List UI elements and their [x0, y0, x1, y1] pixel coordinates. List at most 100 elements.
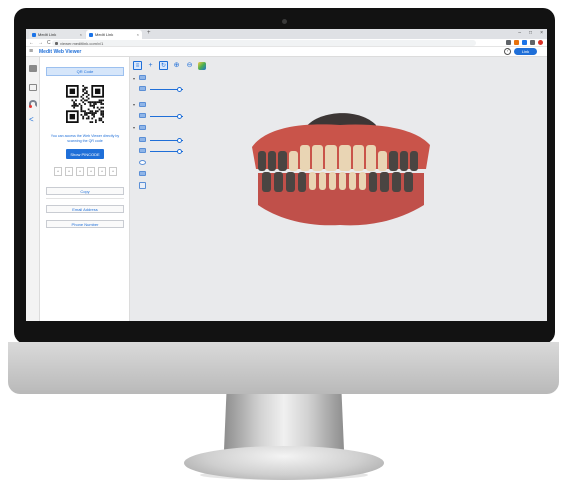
lower-tooth [404, 172, 413, 192]
upper-tooth [378, 151, 387, 171]
move-icon[interactable]: + [146, 61, 155, 70]
monitor-stand-neck [224, 394, 344, 450]
browser-tab-bar: Medit Link × Medit Link × + – □ × [26, 29, 547, 39]
lower-tooth [380, 172, 389, 192]
browser-tab[interactable]: Medit Link × [29, 30, 85, 39]
lock-icon [55, 41, 58, 45]
occlusion-group-icon[interactable] [139, 125, 146, 130]
lower-tooth [319, 172, 326, 190]
upper-tooth [278, 151, 287, 171]
extension-icon[interactable] [530, 40, 535, 45]
new-tab-button[interactable]: + [147, 30, 151, 36]
chevron-down-icon[interactable]: ▾ [133, 76, 135, 81]
lower-tooth [359, 172, 366, 190]
lower-jaw-icon[interactable] [139, 113, 146, 118]
occlusion-lower-icon[interactable] [139, 148, 146, 153]
occlusion-upper-icon[interactable] [139, 137, 146, 142]
lower-tooth [309, 172, 316, 190]
favicon-icon [32, 32, 36, 37]
phone-number-button[interactable]: Phone Number [46, 220, 124, 228]
lower-tooth [298, 172, 306, 192]
extension-icons [506, 40, 543, 45]
nav-buttons: ← → C [29, 40, 51, 46]
lower-jaw-group-icon[interactable] [139, 102, 146, 107]
screen: Medit Link × Medit Link × + – □ × ← → C … [26, 29, 547, 321]
minimize-button[interactable]: – [518, 30, 521, 36]
extension-icon[interactable] [522, 40, 527, 45]
window-controls: – □ × [518, 30, 543, 36]
gallery-icon[interactable] [29, 65, 37, 72]
upper-tooth [325, 145, 337, 171]
pin-digit: * [87, 167, 95, 176]
report-icon[interactable] [139, 182, 146, 189]
maximize-button[interactable]: □ [529, 30, 532, 36]
lower-tooth [392, 172, 401, 192]
face-scan-icon[interactable] [139, 160, 146, 165]
close-tab-icon[interactable]: × [80, 32, 82, 37]
chevron-down-icon[interactable]: ▾ [133, 102, 135, 107]
qr-code-tab[interactable]: QR Code [46, 67, 124, 76]
reload-button[interactable]: C [47, 40, 51, 46]
pin-digit: * [65, 167, 73, 176]
slider-handle[interactable] [177, 148, 183, 154]
upper-tooth [410, 151, 418, 171]
url-text: viewer.meditlink.com/v/1 [60, 40, 104, 46]
copy-button[interactable]: Copy [46, 187, 124, 195]
pin-digit: * [98, 167, 106, 176]
lower-tooth [286, 172, 295, 192]
forward-button[interactable]: → [38, 40, 43, 46]
pincode-row: * * * * * * [54, 167, 117, 176]
pin-digit: * [109, 167, 117, 176]
close-tab-icon[interactable]: × [137, 32, 139, 37]
app-title: Medit Web Viewer [39, 49, 82, 55]
layers-icon[interactable]: ≡ [133, 61, 142, 70]
monitor-chin [8, 342, 559, 394]
pin-digit: * [54, 167, 62, 176]
close-window-button[interactable]: × [540, 30, 543, 36]
upper-tooth [400, 151, 408, 171]
slider-handle[interactable] [177, 86, 183, 92]
slider-handle[interactable] [177, 137, 183, 143]
side-rail: < [26, 57, 40, 321]
color-icon[interactable] [198, 61, 206, 70]
lower-tooth [274, 172, 283, 192]
monitor-stand-base [184, 446, 384, 480]
upper-tooth [389, 151, 398, 171]
browser-tab-active[interactable]: Medit Link × [86, 30, 142, 39]
share-icon[interactable]: < [29, 116, 37, 124]
tooth-icon[interactable] [139, 171, 146, 176]
zoom-out-icon[interactable]: ⊖ [185, 61, 194, 70]
app-header: ≡ Medit Web Viewer ? Link [26, 47, 547, 57]
extension-icon[interactable] [506, 40, 511, 45]
3d-viewer[interactable]: ≡ + ↻ ⊕ ⊖ ▾ ▾ ▾ [130, 57, 547, 321]
upper-jaw-icon[interactable] [139, 86, 146, 91]
upper-tooth [339, 145, 351, 171]
email-address-button[interactable]: Email Address [46, 205, 124, 213]
camera-icon [282, 19, 287, 24]
divider [46, 198, 124, 199]
lower-tooth [329, 172, 336, 190]
support-icon[interactable] [29, 100, 37, 108]
upper-tooth [300, 145, 310, 171]
slider-handle[interactable] [177, 113, 183, 119]
notification-dot [29, 105, 32, 108]
help-button[interactable]: ? [504, 48, 511, 55]
address-bar[interactable]: viewer.meditlink.com/v/1 [52, 40, 476, 46]
zoom-in-icon[interactable]: ⊕ [172, 61, 181, 70]
back-button[interactable]: ← [29, 40, 34, 46]
viewer-toolbar: ≡ + ↻ ⊕ ⊖ [133, 61, 206, 70]
profile-icon[interactable] [538, 40, 543, 45]
upper-jaw-group-icon[interactable] [139, 75, 146, 80]
chevron-down-icon[interactable]: ▾ [133, 125, 135, 130]
notes-icon[interactable] [29, 84, 37, 91]
favicon-icon [89, 32, 93, 37]
dental-3d-model[interactable] [248, 109, 432, 229]
upper-tooth [312, 145, 323, 171]
extension-icon[interactable] [514, 40, 519, 45]
rotate-icon[interactable]: ↻ [159, 61, 168, 70]
user-button[interactable]: Link [514, 48, 537, 55]
upper-tooth [258, 151, 266, 171]
hamburger-icon[interactable]: ≡ [29, 48, 33, 55]
upper-tooth [366, 145, 376, 171]
show-pincode-button[interactable]: Show PINCODE [66, 149, 104, 159]
